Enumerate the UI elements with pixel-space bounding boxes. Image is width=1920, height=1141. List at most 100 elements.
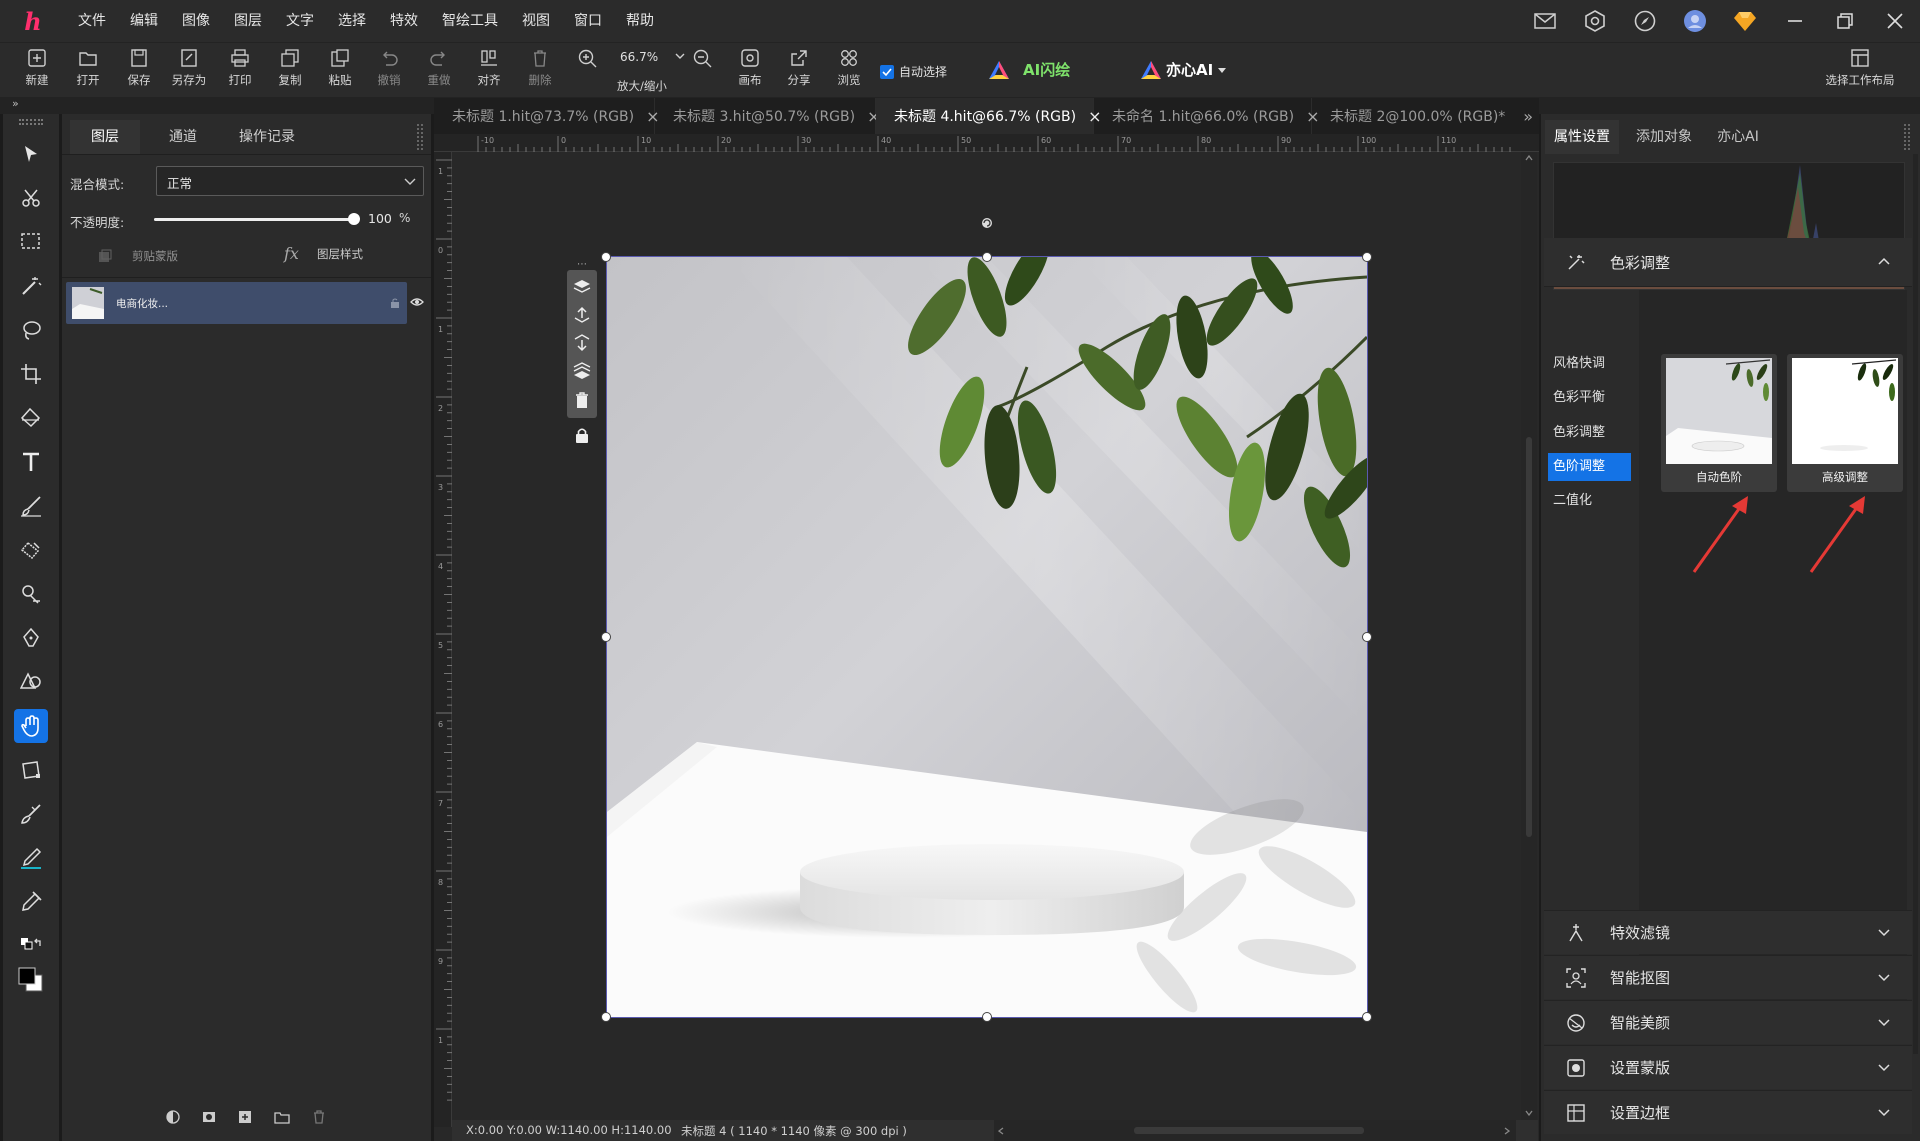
tab-history[interactable]: 操作记录	[222, 120, 312, 154]
sub-item-levels[interactable]: 色阶调整	[1548, 453, 1631, 481]
shape-tool[interactable]	[3, 662, 59, 702]
menu-layer[interactable]: 图层	[222, 0, 274, 42]
menu-window[interactable]: 窗口	[562, 0, 614, 42]
resize-handle[interactable]	[1362, 1012, 1372, 1022]
send-to-back-icon[interactable]	[573, 362, 591, 380]
menu-select[interactable]: 选择	[326, 0, 378, 42]
lock-layer-icon[interactable]	[575, 427, 589, 443]
zoom-out-icon[interactable]	[693, 49, 713, 69]
settings-icon[interactable]	[1570, 0, 1620, 42]
delete-layer-icon[interactable]	[312, 1110, 326, 1124]
zoom-value[interactable]: 66.7%	[620, 50, 658, 64]
tab-properties[interactable]: 属性设置	[1545, 120, 1619, 154]
tab-channels[interactable]: 通道	[148, 120, 218, 154]
section-smart-cutout[interactable]: 智能抠图	[1544, 955, 1912, 999]
paste-button[interactable]: 粘贴	[315, 49, 365, 95]
save-as-button[interactable]: 另存为	[164, 49, 214, 95]
doc-tab[interactable]: 未标题 1.hit@73.7% (RGB) ×	[434, 98, 660, 134]
transform-tool[interactable]	[3, 750, 59, 790]
rotate-handle-icon[interactable]	[981, 217, 993, 229]
menu-effects[interactable]: 特效	[378, 0, 430, 42]
resize-handle[interactable]	[601, 1012, 611, 1022]
scroll-left-icon[interactable]	[998, 1127, 1004, 1135]
ai-flash-button[interactable]: AI闪绘	[988, 59, 1070, 80]
text-tool[interactable]	[3, 442, 59, 482]
menu-image[interactable]: 图像	[170, 0, 222, 42]
section-set-border[interactable]: 设置边框	[1544, 1090, 1912, 1134]
hand-tool[interactable]	[3, 706, 59, 746]
resize-handle[interactable]	[1362, 252, 1372, 262]
redo-button[interactable]: 重做	[414, 49, 464, 95]
blend-mode-select[interactable]: 正常	[156, 166, 424, 196]
marquee-tool[interactable]	[3, 222, 59, 262]
delete-button[interactable]: 删除	[515, 49, 565, 95]
section-effect-filters[interactable]: 特效滤镜	[1544, 910, 1912, 954]
zoom-dropdown-chevron-icon[interactable]	[675, 49, 685, 63]
visibility-eye-icon[interactable]	[410, 297, 424, 307]
toolbox-grip[interactable]	[19, 119, 43, 125]
sub-item-threshold[interactable]: 二值化	[1548, 487, 1631, 515]
menu-smart-tools[interactable]: 智绘工具	[430, 0, 510, 42]
section-set-mask[interactable]: 设置蒙版	[1544, 1045, 1912, 1089]
share-button[interactable]: 分享	[774, 49, 824, 95]
vip-gem-icon[interactable]	[1720, 0, 1770, 42]
fill-tool[interactable]	[3, 398, 59, 438]
crop-tool[interactable]	[3, 354, 59, 394]
compass-icon[interactable]	[1620, 0, 1670, 42]
send-backward-icon[interactable]	[573, 334, 591, 352]
menu-help[interactable]: 帮助	[614, 0, 666, 42]
doc-tab[interactable]: 未标题 3.hit@50.7% (RGB) ×	[655, 98, 881, 134]
yixin-ai-button[interactable]: 亦心AI	[1140, 59, 1227, 80]
undo-button[interactable]: 撤销	[364, 49, 414, 95]
magic-wand-tool[interactable]	[3, 266, 59, 306]
panel-scrollbar[interactable]	[1913, 154, 1918, 1054]
expand-chevrons-icon[interactable]: »	[12, 97, 19, 110]
mail-icon[interactable]	[1520, 0, 1570, 42]
resize-handle[interactable]	[982, 1012, 992, 1022]
open-button[interactable]: 打开	[63, 49, 113, 95]
pencil-tool[interactable]	[3, 838, 59, 878]
sub-item-style-quick[interactable]: 风格快调	[1548, 350, 1631, 378]
auto-levels-card[interactable]: 自动色阶	[1661, 354, 1777, 492]
tab-add-object[interactable]: 添加对象	[1625, 120, 1703, 154]
scroll-up-icon[interactable]	[1525, 155, 1533, 161]
advanced-adjust-card[interactable]: 高级调整	[1787, 354, 1903, 492]
move-tool[interactable]	[3, 134, 59, 174]
print-button[interactable]: 打印	[215, 49, 265, 95]
scrollbar-thumb[interactable]	[1526, 437, 1532, 837]
doc-tab[interactable]: 未标题 2@100.0% (RGB)*»	[1312, 98, 1539, 134]
align-button[interactable]: 对齐	[464, 49, 514, 95]
scroll-right-icon[interactable]	[1504, 1127, 1510, 1135]
browse-button[interactable]: 浏览	[824, 49, 874, 95]
bring-to-front-icon[interactable]	[573, 279, 591, 295]
menu-file[interactable]: 文件	[66, 0, 118, 42]
menu-text[interactable]: 文字	[274, 0, 326, 42]
eraser-tool[interactable]	[3, 530, 59, 570]
cut-tool[interactable]	[3, 178, 59, 218]
color-adjust-header[interactable]: 色彩调整	[1544, 238, 1912, 286]
section-smart-beauty[interactable]: 智能美颜	[1544, 1000, 1912, 1044]
opacity-value[interactable]: 100	[368, 211, 392, 226]
tab-layers[interactable]: 图层	[70, 120, 140, 154]
menu-edit[interactable]: 编辑	[118, 0, 170, 42]
tab-yixin-ai[interactable]: 亦心AI	[1705, 120, 1771, 154]
close-window-icon[interactable]	[1870, 0, 1920, 42]
zoom-in-icon[interactable]	[578, 49, 598, 69]
canvas-image[interactable]	[607, 257, 1367, 1017]
eyedropper-tool[interactable]	[3, 882, 59, 922]
healing-brush-tool[interactable]	[3, 794, 59, 834]
workspace-layout-button[interactable]: 选择工作布局	[1818, 49, 1902, 88]
new-layer-icon[interactable]	[238, 1110, 252, 1124]
new-button[interactable]: 新建	[12, 49, 62, 95]
menu-view[interactable]: 视图	[510, 0, 562, 42]
new-group-folder-icon[interactable]	[274, 1110, 290, 1124]
avatar[interactable]	[1670, 0, 1720, 42]
auto-select-checkbox[interactable]: 自动选择	[880, 63, 947, 80]
add-mask-icon[interactable]	[202, 1110, 216, 1124]
pen-tool[interactable]	[3, 618, 59, 658]
delete-layer-trash-icon[interactable]	[574, 391, 590, 409]
resize-handle[interactable]	[982, 252, 992, 262]
canvas-horizontal-scrollbar[interactable]	[994, 1120, 1516, 1141]
panel-grip[interactable]	[1904, 124, 1910, 150]
color-swatches[interactable]	[3, 960, 59, 1000]
